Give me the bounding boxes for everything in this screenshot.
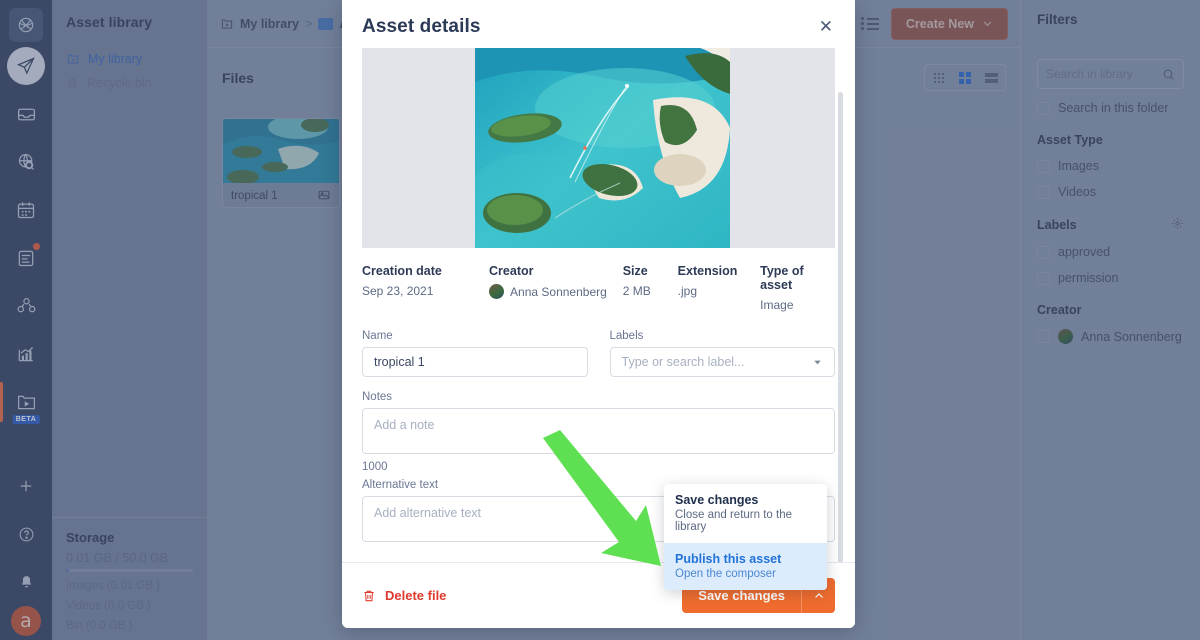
meta-key: Extension [677,264,738,278]
notes-section: Notes Add a note 1000 [342,377,855,473]
notes-textarea[interactable]: Add a note [362,408,835,454]
alt-text-placeholder: Add alternative text [374,506,482,520]
name-labels-row: Name tropical 1 Labels Type or search la… [342,312,855,377]
meta-extension: Extension .jpg [678,264,760,312]
meta-key: Type of asset [760,264,804,292]
dropdown-item-subtitle: Open the composer [675,568,777,580]
meta-creator: Creator Anna Sonnenberg [489,264,623,312]
labels-field-group: Labels Type or search label... [609,330,835,377]
save-options-dropdown: Save changes Close and return to the lib… [664,484,827,590]
modal-title: Asset details [362,16,481,37]
meta-key: Size [622,264,648,278]
app-root: BETA a Asset library My library Recycle … [0,0,1200,640]
meta-size: Size 2 MB [623,264,678,312]
chevron-down-icon [814,360,821,364]
labels-label: Labels [609,330,644,342]
modal-header: Asset details ✕ [342,0,855,48]
delete-file-button[interactable]: Delete file [362,588,446,603]
close-icon[interactable]: ✕ [815,16,837,37]
notes-label: Notes [362,391,393,403]
labels-placeholder: Type or search label... [621,355,745,369]
meta-value: .jpg [677,284,698,298]
dropdown-item-title: Save changes [675,493,759,507]
meta-creation-date: Creation date Sep 23, 2021 [362,264,489,312]
meta-value: Sep 23, 2021 [362,284,434,298]
dropdown-item-title: Publish this asset [675,552,782,566]
meta-value: Image [760,298,794,312]
meta-key: Creator [489,264,534,278]
asset-metadata-row: Creation date Sep 23, 2021 Creator Anna … [342,248,855,312]
notes-character-counter: 1000 [362,461,388,473]
meta-value-wrap: Anna Sonnenberg [489,284,623,299]
meta-type-of-asset: Type of asset Image [760,264,835,312]
name-value: tropical 1 [374,355,425,369]
asset-preview-image [475,48,730,248]
notes-placeholder: Add a note [374,418,435,432]
labels-select[interactable]: Type or search label... [609,347,835,377]
trash-icon [364,590,374,601]
modal-scrollbar[interactable] [838,92,843,567]
meta-value: Anna Sonnenberg [510,284,607,299]
name-field-group: Name tropical 1 [362,330,588,377]
dropdown-item-publish-this-asset[interactable]: Publish this asset Open the composer [664,543,827,590]
name-label: Name [362,330,393,342]
avatar [489,284,505,299]
meta-key: Creation date [362,264,442,278]
meta-value: 2 MB [622,284,651,298]
dropdown-item-subtitle: Close and return to the library [675,509,792,533]
dropdown-item-save-changes[interactable]: Save changes Close and return to the lib… [664,484,827,543]
chevron-up-icon [814,592,823,598]
delete-file-label: Delete file [385,588,447,603]
asset-preview [362,48,835,248]
name-input[interactable]: tropical 1 [362,347,588,377]
